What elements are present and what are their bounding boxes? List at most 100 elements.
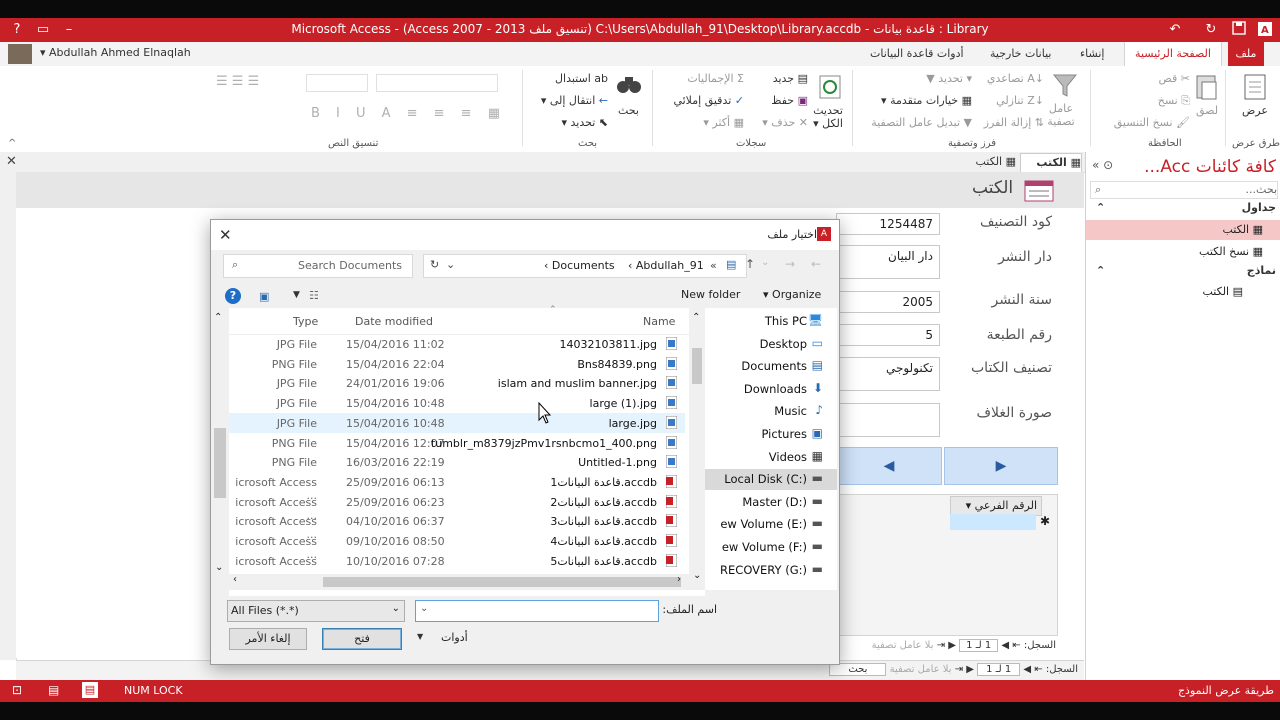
tab-external-data[interactable]: بيانات خارجية: [982, 42, 1059, 66]
file-row[interactable]: icrosoft Access ... 25/09/2016 06:23 قاعدة…: [229, 492, 685, 522]
refresh-all-button[interactable]: تحديث الكل ▾: [806, 104, 850, 130]
nav-item[interactable]: This PC 🖥: [705, 311, 837, 332]
subform-new-row[interactable]: [950, 514, 1036, 530]
redo-icon[interactable]: ↻: [1202, 21, 1220, 39]
scroll-up-icon[interactable]: ⌃: [214, 312, 222, 323]
filename-input[interactable]: ⌄: [415, 600, 659, 622]
field-category[interactable]: تكنولوجي: [836, 357, 940, 391]
select-button[interactable]: ⬉ تحديد ▾: [530, 116, 608, 129]
find-button[interactable]: بحث: [618, 104, 639, 117]
next-record-button[interactable]: ▶: [944, 447, 1058, 485]
refresh-icon[interactable]: ↻: [430, 258, 439, 271]
cancel-button[interactable]: إلغاء الأمر: [229, 628, 307, 650]
design-view-icon[interactable]: ▤: [48, 683, 59, 697]
save-icon[interactable]: [1230, 21, 1248, 39]
file-list-hscroll[interactable]: ‹ ›: [229, 574, 689, 590]
file-row[interactable]: PNG File 16/03/2016 22:19 Untitled-1.png: [229, 452, 685, 472]
nav-pane-options[interactable]: « ⊙: [1092, 158, 1113, 172]
up-icon[interactable]: ↑: [745, 257, 755, 271]
help-icon[interactable]: ?: [8, 21, 26, 39]
tab-create[interactable]: إنشاء: [1072, 42, 1112, 66]
file-row[interactable]: icrosoft Access ...10/10/2016 07:28قاعدة…: [229, 551, 685, 581]
tab-home[interactable]: الصفحة الرئيسية: [1124, 42, 1222, 66]
totals-button[interactable]: Σ الإجماليات: [660, 72, 744, 85]
field-publisher[interactable]: دار البيان: [836, 245, 940, 279]
view-button[interactable]: عرض: [1242, 104, 1268, 117]
col-type[interactable]: Type: [293, 315, 318, 328]
file-row[interactable]: JPG File 15/04/2016 10:48 large (1).jpg: [229, 393, 685, 413]
replace-button[interactable]: ab استبدال: [530, 72, 608, 85]
nav-item-books-table[interactable]: ▦ الكتب: [1086, 220, 1280, 240]
cut-button[interactable]: ✂ قص: [1130, 72, 1190, 85]
nav-item[interactable]: ew Volume (E:) ▬: [705, 514, 837, 535]
paste-button[interactable]: لصق: [1196, 104, 1218, 117]
file-row[interactable]: icrosoft Access ... 25/09/2016 06:13 قاعدة…: [229, 472, 685, 502]
nav-scroll-down-icon[interactable]: ⌄: [693, 570, 701, 581]
file-row[interactable]: JPG File 15/04/2016 11:02 14032103811.jpg: [229, 334, 685, 354]
address-bar[interactable]: ↻ ⌄ ‹ Documents ‹ Abdullah_91 « ▤: [423, 254, 747, 278]
sort-descending-button[interactable]: ↓Z تنازلي: [968, 94, 1044, 107]
format-painter-button[interactable]: 🖌 نسخ التنسيق: [1096, 116, 1190, 129]
file-row[interactable]: PNG File 15/04/2016 22:04 Bns84839.png: [229, 354, 685, 374]
filter-button[interactable]: عامل تصفية: [1038, 102, 1084, 128]
filter-icon[interactable]: [1052, 72, 1078, 100]
toggle-filter-button[interactable]: ▼ تبديل عامل التصفية: [846, 116, 972, 129]
subform-column-header[interactable]: الرقم الفرعي ▾: [950, 496, 1042, 516]
nav-item[interactable]: RECOVERY (G:) ▬: [705, 560, 837, 581]
help-icon[interactable]: ?: [225, 288, 241, 304]
breadcrumb-overflow[interactable]: «: [710, 259, 717, 272]
doc-tab-table[interactable]: ▦ الكتب: [956, 153, 1017, 171]
user-name[interactable]: ▾ Abdullah Ahmed Elnaqlah: [40, 46, 191, 59]
restore-ribbon-icon[interactable]: ▭: [34, 21, 52, 39]
breadcrumb-user[interactable]: ‹ Abdullah_91: [628, 259, 704, 272]
nav-item[interactable]: Master (D:) ▬: [705, 492, 837, 513]
goto-button[interactable]: ← انتقال إلى ▾: [530, 94, 608, 107]
nav-scroll-thumb[interactable]: [692, 348, 702, 384]
filename-dropdown-icon[interactable]: ⌄: [420, 603, 428, 614]
col-date[interactable]: Date modified: [355, 315, 433, 328]
sort-ascending-button[interactable]: ↓A تصاعدي: [968, 72, 1044, 85]
new-record-button[interactable]: ▤ جديد: [744, 72, 808, 85]
advanced-filter-button[interactable]: ▦ خيارات متقدمة ▾: [860, 94, 972, 107]
nav-item[interactable]: Pictures ▣: [705, 424, 837, 445]
file-type-dropdown-icon[interactable]: ⌄: [392, 603, 400, 614]
field-edition[interactable]: 5: [836, 324, 940, 346]
tab-file[interactable]: ملف: [1228, 42, 1264, 66]
new-folder-button[interactable]: New folder: [681, 288, 740, 301]
doc-tab-form[interactable]: ▦ الكتب: [1020, 153, 1082, 172]
dialog-close-icon[interactable]: ✕: [219, 226, 232, 244]
collapse-ribbon-icon[interactable]: ^: [8, 138, 16, 149]
refresh-icon[interactable]: [818, 74, 842, 100]
save-record-button[interactable]: ▣ حفظ: [744, 94, 808, 107]
nav-item[interactable]: Downloads ⬇: [705, 379, 837, 400]
preview-pane-icon[interactable]: ▣: [259, 290, 269, 303]
layout-view-icon[interactable]: ⊡: [12, 683, 22, 697]
file-row[interactable]: JPG File 15/04/2016 10:48 large.jpg: [229, 412, 685, 433]
format-icons[interactable]: B I U A ≡ ≡ ≡ ▦: [196, 106, 506, 121]
back-icon[interactable]: ←: [811, 257, 821, 271]
spelling-button[interactable]: ✓ تدقيق إملائي: [650, 94, 744, 107]
col-name[interactable]: Name: [643, 315, 675, 328]
close-doc-icon[interactable]: ✕: [6, 154, 17, 169]
nav-pane-title[interactable]: كافة كائنات Acc...: [1090, 154, 1276, 180]
nav-item[interactable]: Music ♪: [705, 401, 837, 422]
paste-icon[interactable]: [1194, 72, 1220, 102]
view-icon[interactable]: [1240, 72, 1270, 102]
nav-scroll-up-icon[interactable]: ⌃: [692, 312, 700, 323]
field-code[interactable]: 1254487: [836, 213, 940, 235]
selection-button[interactable]: ▾ تحديد ▼: [880, 72, 972, 85]
nav-search-input[interactable]: بحث... ⌕: [1090, 181, 1278, 199]
view-dropdown-icon[interactable]: ▼: [293, 290, 300, 300]
nav-item[interactable]: Videos ▦: [705, 447, 837, 468]
breadcrumb-documents[interactable]: ‹ Documents: [544, 259, 615, 272]
file-type-select[interactable]: All Files (*.*) ⌄: [227, 600, 405, 622]
font-name-box[interactable]: [376, 74, 498, 92]
file-row[interactable]: icrosoft Access ... 04/10/2016 06:37 قاعدة…: [229, 511, 685, 541]
address-dropdown-icon[interactable]: ⌄: [446, 258, 455, 271]
nav-item[interactable]: ew Volume (F:) ▬: [705, 537, 837, 558]
tab-database-tools[interactable]: أدوات قاعدة البيانات: [862, 42, 972, 66]
minimize-icon[interactable]: –: [60, 21, 78, 39]
file-row[interactable]: PNG File 15/04/2016 12:07 tumblr_m8379jzPm…: [229, 433, 685, 453]
file-row[interactable]: JPG File 24/01/2016 19:06 islam and muslim…: [229, 373, 685, 393]
list-icons[interactable]: ☰ ☰ ☰: [216, 74, 259, 89]
